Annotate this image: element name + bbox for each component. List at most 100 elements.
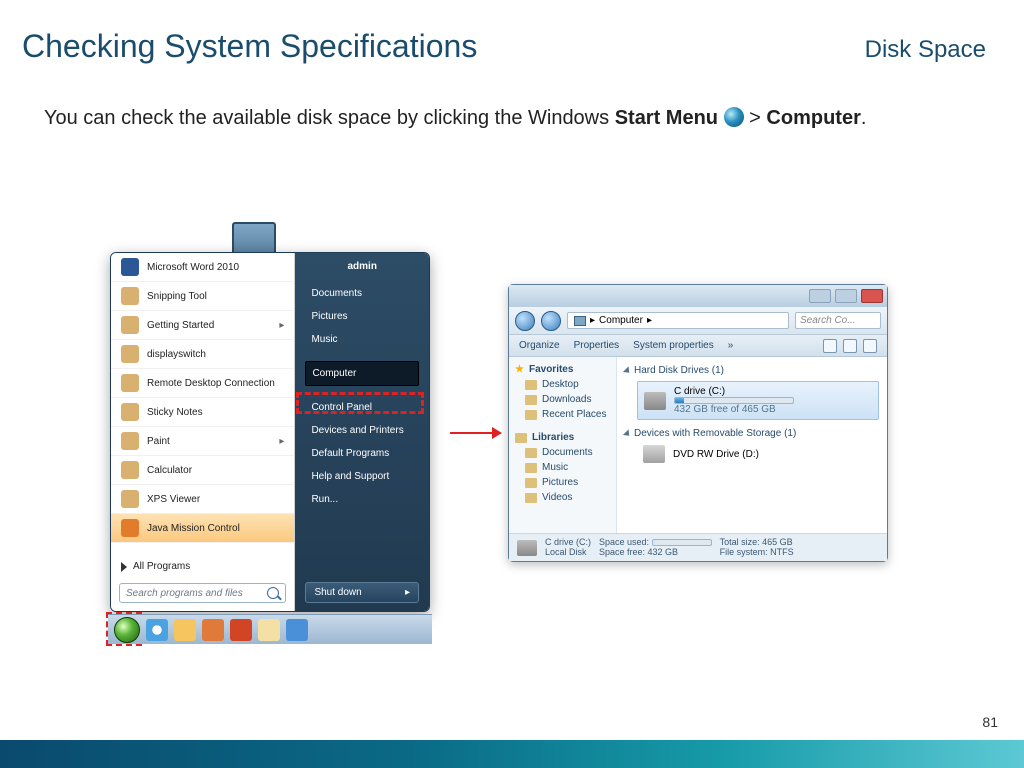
start-link[interactable]: Default Programs: [305, 442, 419, 465]
drive-icon: [644, 392, 666, 410]
explorer-window: ▸ Computer ▸ Search Co... Organize Prope…: [508, 284, 888, 562]
help-icon[interactable]: [863, 339, 877, 353]
toolbar-more[interactable]: »: [728, 340, 734, 351]
sidebar-item[interactable]: Downloads: [515, 392, 610, 407]
start-link[interactable]: Pictures: [305, 305, 419, 328]
start-menu: Microsoft Word 2010Snipping ToolGetting …: [110, 252, 430, 612]
drive-dvd[interactable]: DVD RW Drive (D:): [637, 441, 879, 467]
nav-back-button[interactable]: [515, 311, 535, 331]
start-item[interactable]: Microsoft Word 2010: [111, 253, 294, 282]
start-link[interactable]: Documents: [305, 282, 419, 305]
toolbar-properties[interactable]: Properties: [574, 340, 620, 351]
status-drive-icon: [517, 540, 537, 556]
taskbar-explorer-icon[interactable]: [174, 619, 196, 641]
dvd-label: DVD RW Drive (D:): [673, 449, 759, 460]
close-button[interactable]: [861, 289, 883, 303]
nav-fwd-button[interactable]: [541, 311, 561, 331]
sidebar-favorites-header[interactable]: ★Favorites: [515, 362, 610, 377]
libraries-icon: [515, 433, 527, 443]
start-link-computer[interactable]: Computer: [305, 361, 419, 386]
arrow-right-icon: [121, 562, 127, 572]
page-number: 81: [982, 714, 998, 730]
start-link[interactable]: Devices and Printers: [305, 419, 419, 442]
sidebar-item[interactable]: Music: [515, 460, 610, 475]
sidebar-item[interactable]: Desktop: [515, 377, 610, 392]
start-item[interactable]: Getting Started ▸: [111, 311, 294, 340]
start-link[interactable]: Control Panel: [305, 396, 419, 419]
pointer-arrow: [450, 432, 500, 434]
toolbar-organize[interactable]: Organize: [519, 340, 560, 351]
start-item[interactable]: Java Mission Control: [111, 514, 294, 543]
breadcrumb-text: Computer: [599, 315, 643, 326]
all-programs[interactable]: All Programs: [111, 554, 294, 579]
folder-icon: [525, 410, 537, 420]
minimize-button[interactable]: [809, 289, 831, 303]
page-title: Checking System Specifications: [22, 28, 477, 65]
computer-icon: [574, 316, 586, 326]
dvd-icon: [643, 445, 665, 463]
taskbar-powerpoint-icon[interactable]: [230, 619, 252, 641]
sidebar-item[interactable]: Pictures: [515, 475, 610, 490]
chevron-right-icon: ▸: [405, 587, 410, 598]
app-icon: [121, 490, 139, 508]
start-orb-icon: [724, 107, 744, 127]
taskbar-ie-icon[interactable]: [146, 619, 168, 641]
explorer-search-input[interactable]: Search Co...: [795, 312, 881, 329]
maximize-button[interactable]: [835, 289, 857, 303]
start-item[interactable]: Calculator: [111, 456, 294, 485]
explorer-status-bar: C drive (C:) Local Disk Space used: Spac…: [509, 533, 887, 561]
library-icon: [525, 493, 537, 503]
preview-icon[interactable]: [843, 339, 857, 353]
start-item-label: Remote Desktop Connection: [147, 378, 275, 389]
category-hdd[interactable]: Hard Disk Drives (1): [625, 363, 879, 378]
taskbar-app-icon[interactable]: [286, 619, 308, 641]
all-programs-label: All Programs: [133, 561, 190, 572]
start-search-input[interactable]: Search programs and files: [119, 583, 286, 603]
explorer-main: Hard Disk Drives (1) C drive (C:) 432 GB…: [617, 357, 887, 533]
start-item-label: Paint: [147, 436, 170, 447]
sidebar-item-label: Music: [542, 462, 568, 473]
view-icon[interactable]: [823, 339, 837, 353]
status-type: Local Disk: [545, 548, 591, 558]
drive-usage-bar: [674, 397, 794, 404]
search-placeholder: Search programs and files: [126, 588, 243, 599]
start-item[interactable]: Sticky Notes: [111, 398, 294, 427]
start-item[interactable]: XPS Viewer: [111, 485, 294, 514]
start-item[interactable]: Paint▸: [111, 427, 294, 456]
sidebar-item-label: Documents: [542, 447, 593, 458]
search-icon: [267, 587, 279, 599]
footer-bar: [0, 740, 1024, 768]
start-orb-button[interactable]: [114, 617, 140, 643]
sidebar-item[interactable]: Documents: [515, 445, 610, 460]
app-icon: [121, 519, 139, 537]
sidebar-item-label: Pictures: [542, 477, 578, 488]
status-fs: File system: NTFS: [720, 548, 794, 558]
category-removable[interactable]: Devices with Removable Storage (1): [625, 426, 879, 441]
sidebar-libraries-header[interactable]: Libraries: [515, 430, 610, 445]
taskbar-media-icon[interactable]: [202, 619, 224, 641]
intro-bold-start: Start Menu: [615, 107, 718, 129]
shutdown-button[interactable]: Shut down ▸: [305, 582, 419, 603]
start-link[interactable]: Help and Support: [305, 465, 419, 488]
start-item-label: Getting Started: [147, 320, 214, 331]
start-item[interactable]: Remote Desktop Connection: [111, 369, 294, 398]
sidebar-item[interactable]: Videos: [515, 490, 610, 505]
status-usage-bar: [652, 539, 712, 546]
sidebar-item[interactable]: Recent Places: [515, 407, 610, 422]
start-item-label: displayswitch: [147, 349, 206, 360]
chevron-right-icon: ▸: [279, 320, 284, 331]
library-icon: [525, 448, 537, 458]
drive-c[interactable]: C drive (C:) 432 GB free of 465 GB: [637, 381, 879, 420]
explorer-toolbar: Organize Properties System properties »: [509, 335, 887, 357]
toolbar-sysprops[interactable]: System properties: [633, 340, 714, 351]
start-item[interactable]: Snipping Tool: [111, 282, 294, 311]
start-link[interactable]: Music: [305, 328, 419, 351]
breadcrumb[interactable]: ▸ Computer ▸: [567, 312, 789, 329]
app-icon: [121, 258, 139, 276]
start-item[interactable]: displayswitch: [111, 340, 294, 369]
start-link[interactable]: Run...: [305, 488, 419, 511]
app-icon: [121, 345, 139, 363]
intro-text: You can check the available disk space b…: [44, 107, 615, 129]
start-item-label: Java Mission Control: [147, 523, 240, 534]
taskbar-paint-icon[interactable]: [258, 619, 280, 641]
